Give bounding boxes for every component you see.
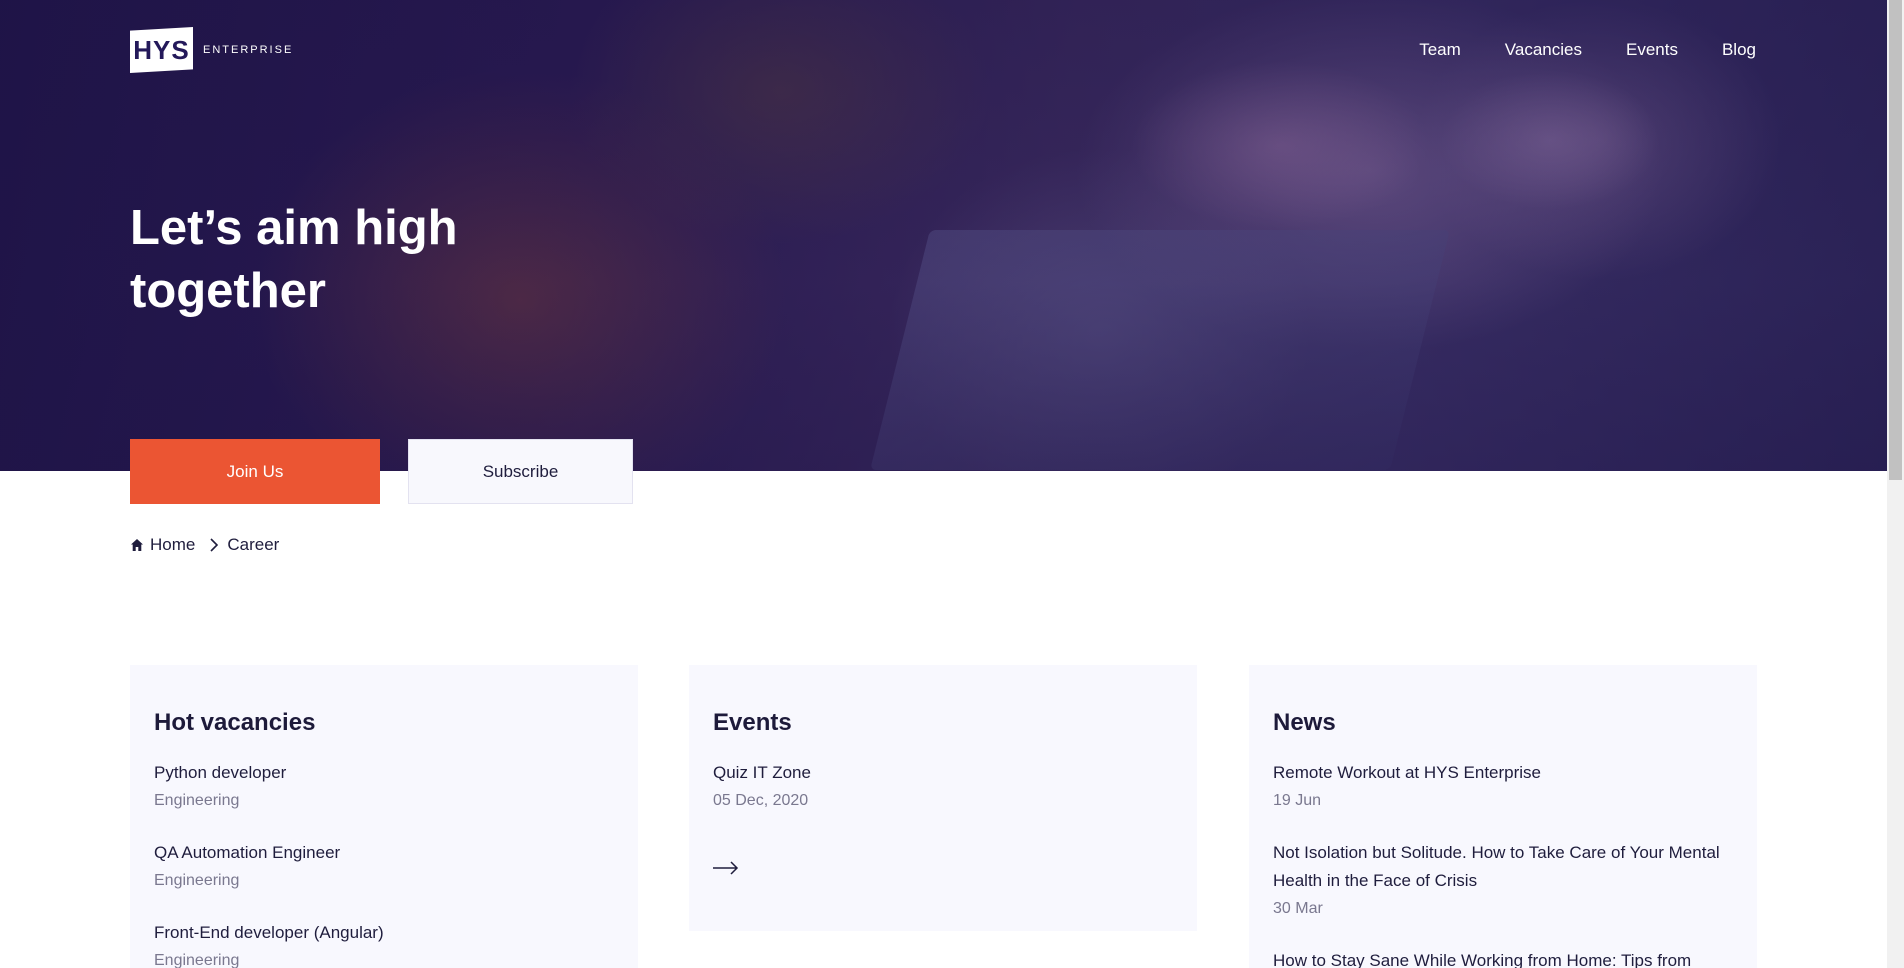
news-date: 30 Mar xyxy=(1273,900,1323,917)
arrow-right-icon[interactable] xyxy=(713,861,739,875)
breadcrumb-current: Career xyxy=(227,535,280,554)
news-heading: News xyxy=(1273,709,1336,736)
news-item[interactable]: Not Isolation but Solitude. How to Take … xyxy=(1273,839,1733,923)
vacancy-item[interactable]: QA Automation Engineer Engineering xyxy=(154,839,614,895)
brand-logo[interactable]: HYS ENTERPRISE xyxy=(130,27,293,73)
hero-laptop-image xyxy=(870,230,1450,470)
logo-mark: HYS xyxy=(130,27,193,73)
vacancy-category: Engineering xyxy=(154,952,240,968)
scrollbar-thumb[interactable] xyxy=(1889,0,1902,480)
hero-hand-image-2 xyxy=(1440,70,1660,210)
events-heading: Events xyxy=(713,709,792,736)
hero-hand-image xyxy=(1130,60,1430,230)
breadcrumb: Home Career xyxy=(130,535,279,555)
vacancy-category: Engineering xyxy=(154,792,240,809)
vacancy-category: Engineering xyxy=(154,872,240,889)
event-title[interactable]: Quiz IT Zone xyxy=(713,759,1173,787)
news-item[interactable]: How to Stay Sane While Working from Home… xyxy=(1273,947,1733,968)
logo-text: ENTERPRISE xyxy=(203,44,294,56)
news-title[interactable]: How to Stay Sane While Working from Home… xyxy=(1273,947,1733,968)
nav-item-events[interactable]: Events xyxy=(1626,40,1678,60)
nav-item-vacancies[interactable]: Vacancies xyxy=(1505,40,1582,60)
vacancy-title[interactable]: QA Automation Engineer xyxy=(154,839,614,867)
event-item[interactable]: Quiz IT Zone 05 Dec, 2020 xyxy=(713,759,1173,815)
hot-vacancies-card: Hot vacancies Python developer Engineeri… xyxy=(130,665,638,968)
news-item[interactable]: Remote Workout at HYS Enterprise 19 Jun xyxy=(1273,759,1733,815)
event-date: 05 Dec, 2020 xyxy=(713,792,809,809)
vacancy-title[interactable]: Python developer xyxy=(154,759,614,787)
news-title[interactable]: Remote Workout at HYS Enterprise xyxy=(1273,759,1733,787)
news-date: 19 Jun xyxy=(1273,792,1322,809)
vacancy-item[interactable]: Python developer Engineering xyxy=(154,759,614,815)
vacancy-item[interactable]: Front-End developer (Angular) Engineerin… xyxy=(154,919,614,968)
join-us-button[interactable]: Join Us xyxy=(130,439,380,504)
scrollbar[interactable] xyxy=(1887,0,1904,968)
news-card: News Remote Workout at HYS Enterprise 19… xyxy=(1249,665,1757,968)
chevron-right-icon xyxy=(210,538,219,552)
vacancy-title[interactable]: Front-End developer (Angular) xyxy=(154,919,614,947)
main-nav: Team Vacancies Events Blog xyxy=(1419,40,1756,60)
vacancies-heading: Hot vacancies xyxy=(154,709,316,736)
breadcrumb-home[interactable]: Home xyxy=(150,535,195,555)
hero-title: Let’s aim high together xyxy=(130,201,458,318)
nav-item-team[interactable]: Team xyxy=(1419,40,1461,60)
events-card: Events Quiz IT Zone 05 Dec, 2020 xyxy=(689,665,1197,931)
home-icon xyxy=(131,539,143,551)
nav-item-blog[interactable]: Blog xyxy=(1722,40,1756,60)
subscribe-button[interactable]: Subscribe xyxy=(408,439,633,504)
news-title[interactable]: Not Isolation but Solitude. How to Take … xyxy=(1273,839,1733,895)
